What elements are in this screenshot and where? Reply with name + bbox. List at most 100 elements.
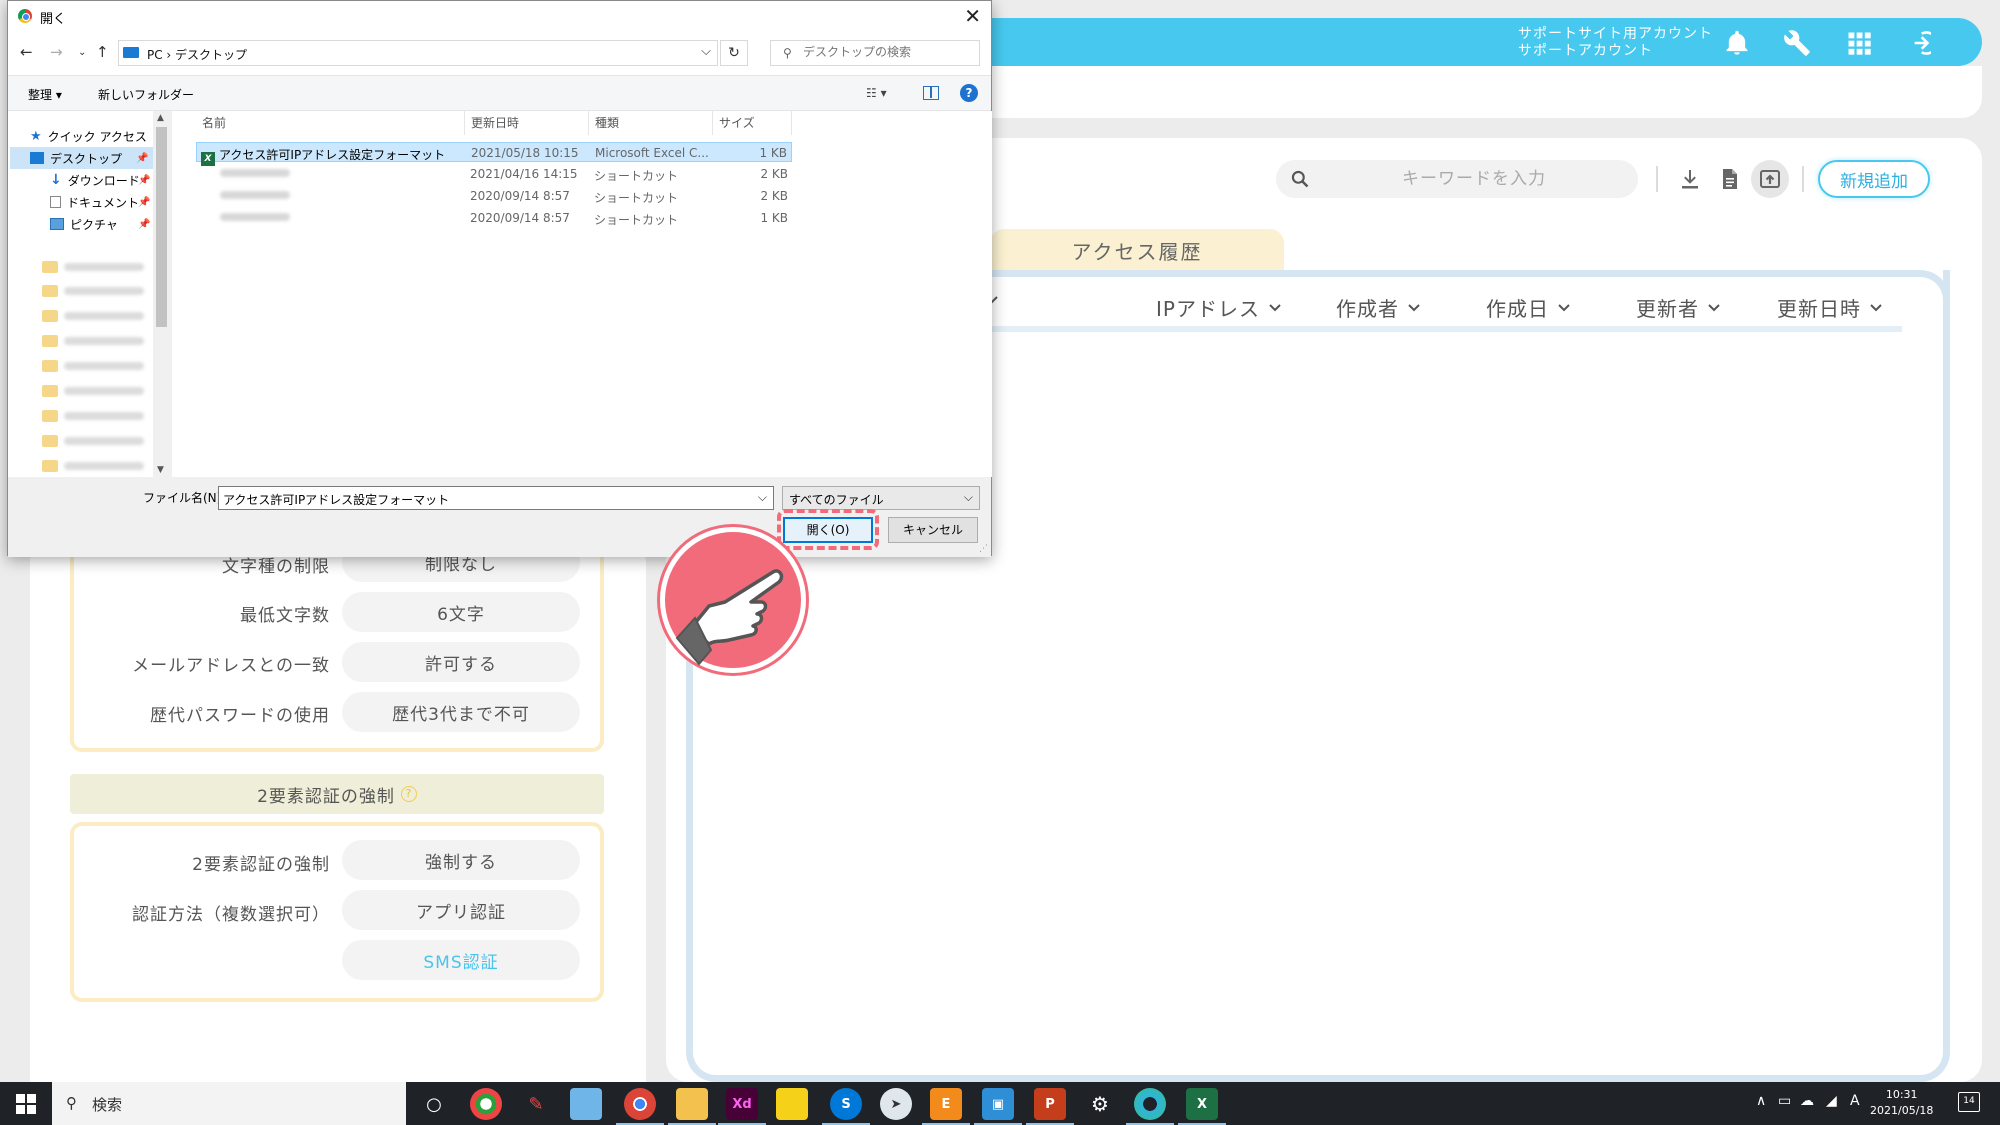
- help-icon[interactable]: ?: [400, 786, 417, 802]
- filetype-select[interactable]: すべてのファイル ⌵: [782, 486, 980, 510]
- keyword-input[interactable]: [1324, 160, 1624, 198]
- chrome-app-icon[interactable]: [470, 1088, 502, 1120]
- tray-expand-icon[interactable]: ∧: [1756, 1093, 1766, 1109]
- send-app-icon[interactable]: ➤: [880, 1088, 912, 1120]
- wrench-icon[interactable]: [1780, 26, 1814, 60]
- remote-app-icon[interactable]: ▣: [974, 1088, 1022, 1125]
- file-explorer-icon[interactable]: [668, 1088, 716, 1125]
- new-folder-button[interactable]: 新しいフォルダー: [98, 86, 194, 103]
- add-new-button[interactable]: 新規追加: [1818, 160, 1930, 198]
- folder-search[interactable]: ⚲: [770, 40, 980, 66]
- bell-icon[interactable]: [1720, 26, 1754, 60]
- powerpoint-icon[interactable]: P: [1026, 1088, 1074, 1125]
- e-app-icon[interactable]: E: [922, 1088, 970, 1125]
- up-arrow-icon[interactable]: ↑: [96, 43, 109, 61]
- column-header-label: 作成日: [1486, 297, 1549, 321]
- recent-chevron-icon[interactable]: ⌄: [78, 47, 86, 58]
- logout-icon[interactable]: [1900, 26, 1934, 60]
- nav-quick-access[interactable]: ★ クイック アクセス: [30, 125, 147, 147]
- taskbar-search[interactable]: ⚲ 検索: [52, 1082, 406, 1125]
- ime-indicator[interactable]: A: [1850, 1093, 1860, 1109]
- column-header-created[interactable]: 作成日: [1486, 293, 1571, 322]
- adobe-xd-icon[interactable]: Xd: [718, 1088, 766, 1125]
- header-type[interactable]: 種類: [589, 111, 713, 135]
- setting-value-history[interactable]: 歴代3代まで不可: [342, 692, 580, 732]
- scroll-thumb[interactable]: [156, 127, 167, 327]
- column-header-creator[interactable]: 作成者: [1336, 293, 1421, 322]
- refresh-icon[interactable]: ↻: [720, 40, 748, 66]
- column-header-ip[interactable]: IPアドレス: [1156, 293, 1282, 322]
- nav-folder-blurred[interactable]: [42, 333, 162, 347]
- file-size: 2 KB: [760, 189, 788, 203]
- column-header-updated[interactable]: 更新日時: [1777, 293, 1883, 322]
- task-view-icon[interactable]: ○: [418, 1088, 450, 1120]
- filename-input[interactable]: アクセス許可IPアドレス設定フォーマット ⌵: [218, 486, 774, 510]
- windows-start-icon[interactable]: [16, 1094, 36, 1114]
- header-modified[interactable]: 更新日時: [465, 111, 589, 135]
- file-row-selected[interactable]: X アクセス許可IPアドレス設定フォーマット 2021/05/18 10:15 M…: [196, 142, 792, 166]
- nav-pictures[interactable]: ピクチャ 📌: [50, 213, 150, 235]
- chevron-down-icon: [1269, 303, 1281, 311]
- chevron-down-icon[interactable]: ⌵: [701, 44, 711, 59]
- file-row[interactable]: 2021/04/16 14:15 ショートカット 2 KB: [196, 164, 792, 184]
- skype-icon[interactable]: S: [822, 1088, 870, 1125]
- back-arrow-icon[interactable]: ←: [20, 43, 33, 61]
- nav-scrollbar[interactable]: ▲ ▼: [153, 111, 170, 477]
- keyword-search[interactable]: [1276, 160, 1638, 198]
- chrome-active-icon[interactable]: [616, 1088, 664, 1125]
- setting-value-twofa-force[interactable]: 強制する: [342, 840, 580, 880]
- scroll-up-icon[interactable]: ▲: [157, 113, 164, 123]
- file-row[interactable]: 2020/09/14 8:57 ショートカット 2 KB: [196, 186, 792, 206]
- nav-folder-blurred[interactable]: [42, 358, 162, 372]
- chevron-down-icon[interactable]: ⌵: [758, 490, 767, 505]
- upload-icon[interactable]: [1751, 160, 1789, 198]
- cancel-button[interactable]: キャンセル: [888, 517, 978, 543]
- nav-folder-blurred[interactable]: [42, 433, 162, 447]
- organize-button[interactable]: 整理 ▾: [28, 86, 62, 103]
- setting-value-sms-auth[interactable]: SMS認証: [342, 940, 580, 980]
- wifi-icon[interactable]: ◢: [1826, 1093, 1837, 1109]
- folder-search-input[interactable]: [803, 45, 973, 59]
- nav-downloads[interactable]: ↓ ダウンロード 📌: [50, 169, 150, 191]
- column-header-updater[interactable]: 更新者: [1636, 293, 1721, 322]
- nav-documents[interactable]: ドキュメント 📌: [50, 191, 150, 213]
- excel-icon[interactable]: X: [1178, 1088, 1226, 1125]
- header-size[interactable]: サイズ: [713, 111, 792, 135]
- account-info[interactable]: サポートサイト用アカウント サポートアカウント: [1518, 26, 1713, 60]
- settings-gear-icon[interactable]: ⚙: [1084, 1088, 1116, 1120]
- battery-icon[interactable]: ▭: [1778, 1093, 1791, 1109]
- clock[interactable]: 10:31 2021/05/18: [1870, 1087, 1933, 1119]
- resize-grip-icon[interactable]: ⋰: [979, 544, 988, 554]
- forward-arrow-icon[interactable]: →: [50, 43, 63, 61]
- setting-value-app-auth[interactable]: アプリ認証: [342, 890, 580, 930]
- nav-folder-blurred[interactable]: [42, 408, 162, 422]
- nav-folder-blurred[interactable]: [42, 458, 162, 472]
- onedrive-icon[interactable]: ☁: [1800, 1093, 1814, 1109]
- help-icon[interactable]: ?: [960, 84, 978, 102]
- notification-icon[interactable]: 14: [1958, 1092, 1980, 1112]
- setting-value-email-match[interactable]: 許可する: [342, 642, 580, 682]
- tab-access-history[interactable]: アクセス履歴: [990, 229, 1284, 271]
- header-name[interactable]: 名前: [196, 111, 465, 135]
- nav-folder-blurred[interactable]: [42, 259, 162, 273]
- scroll-down-icon[interactable]: ▼: [157, 465, 164, 475]
- document-icon[interactable]: [1711, 160, 1749, 198]
- preview-pane-icon[interactable]: [923, 86, 939, 100]
- nav-folder-blurred[interactable]: [42, 383, 162, 397]
- view-options-icon[interactable]: ☷ ▾: [866, 86, 887, 100]
- close-icon[interactable]: ✕: [964, 4, 981, 28]
- tool-app-icon[interactable]: ✎: [520, 1088, 552, 1120]
- apps-grid-icon[interactable]: [1842, 26, 1876, 60]
- setting-value-minlength[interactable]: 6文字: [342, 592, 580, 632]
- sticky-notes-icon[interactable]: [776, 1088, 808, 1120]
- clock-time: 10:31: [1885, 1088, 1918, 1101]
- edge-icon[interactable]: [1126, 1088, 1174, 1125]
- notepad-app-icon[interactable]: [570, 1088, 602, 1120]
- address-bar[interactable]: PC › デスクトップ ⌵: [118, 40, 718, 66]
- download-icon[interactable]: [1671, 160, 1709, 198]
- dialog-titlebar: 開く ✕: [8, 1, 991, 31]
- nav-folder-blurred[interactable]: [42, 283, 162, 297]
- file-row[interactable]: 2020/09/14 8:57 ショートカット 1 KB: [196, 208, 792, 228]
- nav-desktop[interactable]: デスクトップ 📌: [10, 147, 158, 169]
- nav-folder-blurred[interactable]: [42, 308, 162, 322]
